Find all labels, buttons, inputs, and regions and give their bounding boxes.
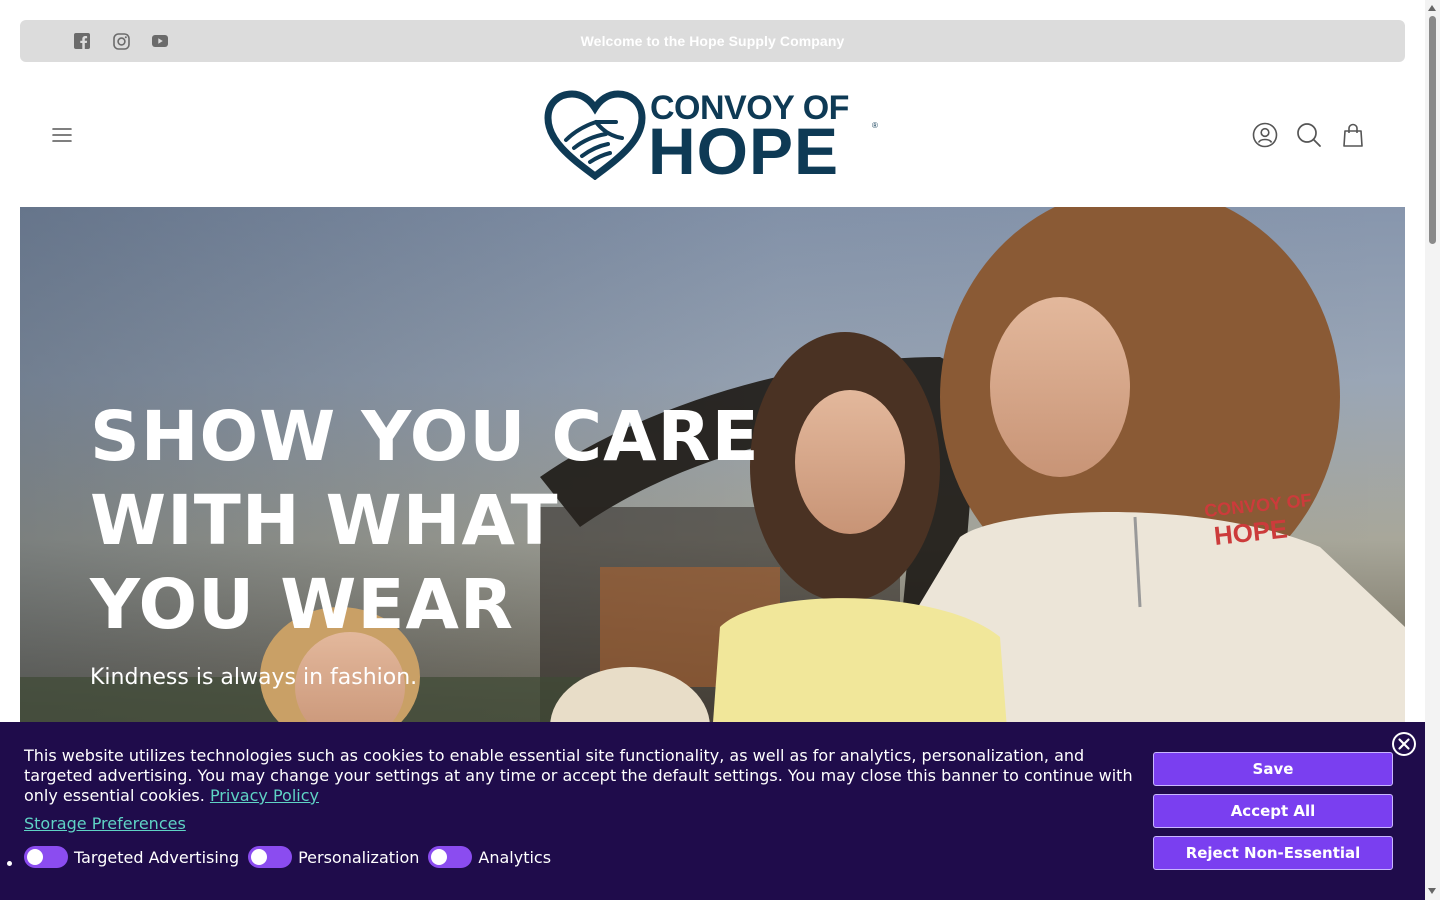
cookie-toggles: Targeted Advertising Personalization Ana…	[24, 846, 560, 868]
account-icon[interactable]	[1252, 122, 1278, 148]
save-button[interactable]: Save	[1153, 752, 1393, 786]
logo-heart-hands-icon	[544, 90, 646, 180]
toggle-label: Personalization	[298, 847, 420, 867]
toggle-personalization[interactable]: Personalization	[248, 846, 419, 868]
scroll-up-arrow[interactable]	[1428, 5, 1436, 11]
search-icon[interactable]	[1296, 122, 1322, 148]
toggle-switch[interactable]	[24, 846, 68, 868]
toggle-switch[interactable]	[248, 846, 293, 868]
toggle-label: Targeted Advertising	[74, 847, 240, 867]
toggle-label: Analytics	[478, 847, 552, 867]
hero-title-line: YOU WEAR	[90, 565, 514, 645]
reject-non-essential-button[interactable]: Reject Non-Essential	[1153, 836, 1393, 870]
hero-title: SHOW YOU CARE WITH WHAT YOU WEAR	[90, 395, 850, 647]
page-scrollbar[interactable]	[1425, 0, 1440, 900]
scroll-down-arrow[interactable]	[1428, 888, 1436, 894]
privacy-policy-link[interactable]: Privacy Policy	[210, 786, 319, 805]
logo-registered-mark: ®	[872, 121, 878, 130]
accept-all-button[interactable]: Accept All	[1153, 794, 1393, 828]
toggle-switch[interactable]	[428, 846, 473, 868]
cart-icon[interactable]	[1340, 122, 1366, 148]
cookie-message: This website utilizes technologies such …	[24, 746, 1144, 806]
menu-icon[interactable]	[50, 123, 74, 147]
cookie-banner: This website utilizes technologies such …	[0, 722, 1425, 900]
close-icon[interactable]	[1391, 731, 1417, 757]
announcement-text: Welcome to the Hope Supply Company	[580, 33, 845, 49]
hero-subtitle: Kindness is always in fashion.	[90, 665, 418, 690]
logo[interactable]: CONVOY OF HOPE ®	[544, 90, 884, 184]
toggle-targeted-advertising[interactable]: Targeted Advertising	[24, 846, 239, 868]
scroll-thumb[interactable]	[1429, 16, 1436, 244]
announcement-bar: Welcome to the Hope Supply Company	[20, 20, 1405, 62]
hero-title-line: SHOW YOU CARE	[90, 397, 760, 477]
list-bullet	[7, 861, 12, 866]
cookie-message-text: This website utilizes technologies such …	[24, 746, 1133, 805]
storage-preferences-link[interactable]: Storage Preferences	[24, 814, 186, 833]
hero-title-line: WITH WHAT	[90, 481, 559, 561]
logo-text-line2: HOPE	[648, 114, 840, 188]
toggle-analytics[interactable]: Analytics	[428, 846, 551, 868]
